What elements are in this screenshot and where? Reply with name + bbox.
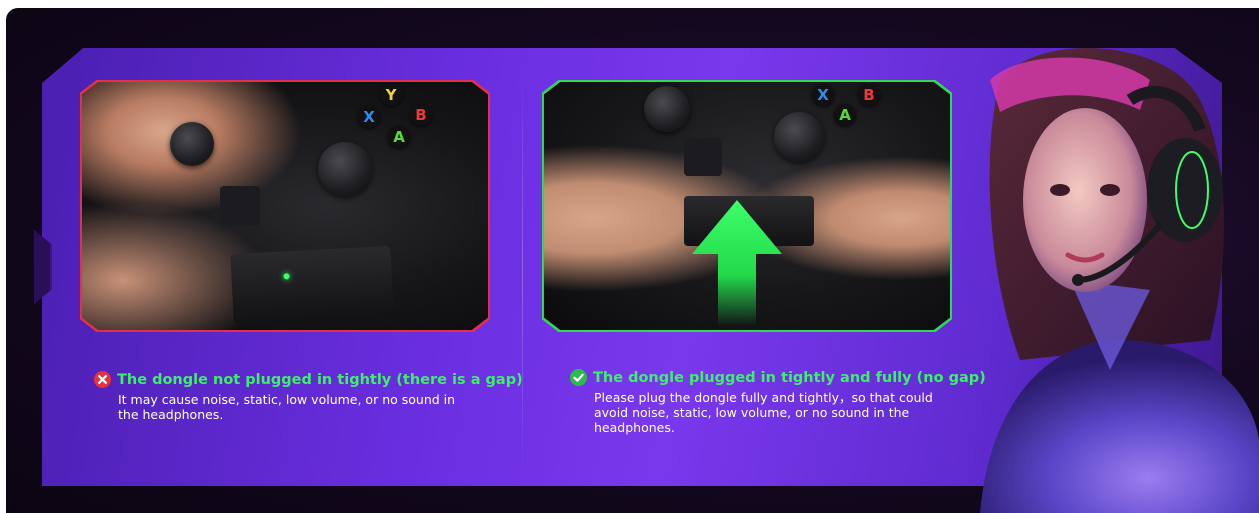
up-arrow-icon [692, 200, 782, 326]
incorrect-caption-title-row: The dongle not plugged in tightly (there… [94, 371, 523, 388]
controller-photo-gap: Y X B A [82, 82, 488, 330]
correct-title: The dongle plugged in tightly and fully … [593, 369, 986, 386]
correct-caption: The dongle plugged in tightly and fully … [570, 369, 986, 435]
b-button: B [410, 104, 432, 126]
dongle-with-gap [230, 245, 394, 325]
incorrect-description: It may cause noise, static, low volume, … [118, 392, 456, 422]
dongle-led [283, 273, 290, 280]
x-button: X [358, 106, 380, 128]
incorrect-photo-frame: Y X B A [80, 80, 490, 332]
correct-caption-title-row: The dongle plugged in tightly and fully … [570, 369, 986, 386]
dpad [220, 186, 260, 226]
incorrect-title: The dongle not plugged in tightly (there… [117, 371, 523, 388]
check-icon [570, 369, 587, 386]
x-icon [94, 371, 111, 388]
a-button: A [388, 126, 410, 148]
left-thumbstick [170, 122, 214, 166]
dpad [684, 138, 722, 176]
controller-photo-no-gap: X B A [544, 82, 950, 330]
incorrect-caption: The dongle not plugged in tightly (there… [94, 371, 523, 422]
b-button: B [858, 84, 880, 106]
y-button: Y [380, 84, 402, 106]
a-button: A [834, 104, 856, 126]
x-button: X [812, 84, 834, 106]
right-thumbstick [774, 112, 824, 162]
correct-photo-frame: X B A [542, 80, 952, 332]
correct-description: Please plug the dongle fully and tightly… [594, 390, 933, 435]
left-thumbstick [644, 86, 690, 132]
model-with-headset [980, 47, 1259, 513]
right-thumbstick [318, 142, 372, 196]
